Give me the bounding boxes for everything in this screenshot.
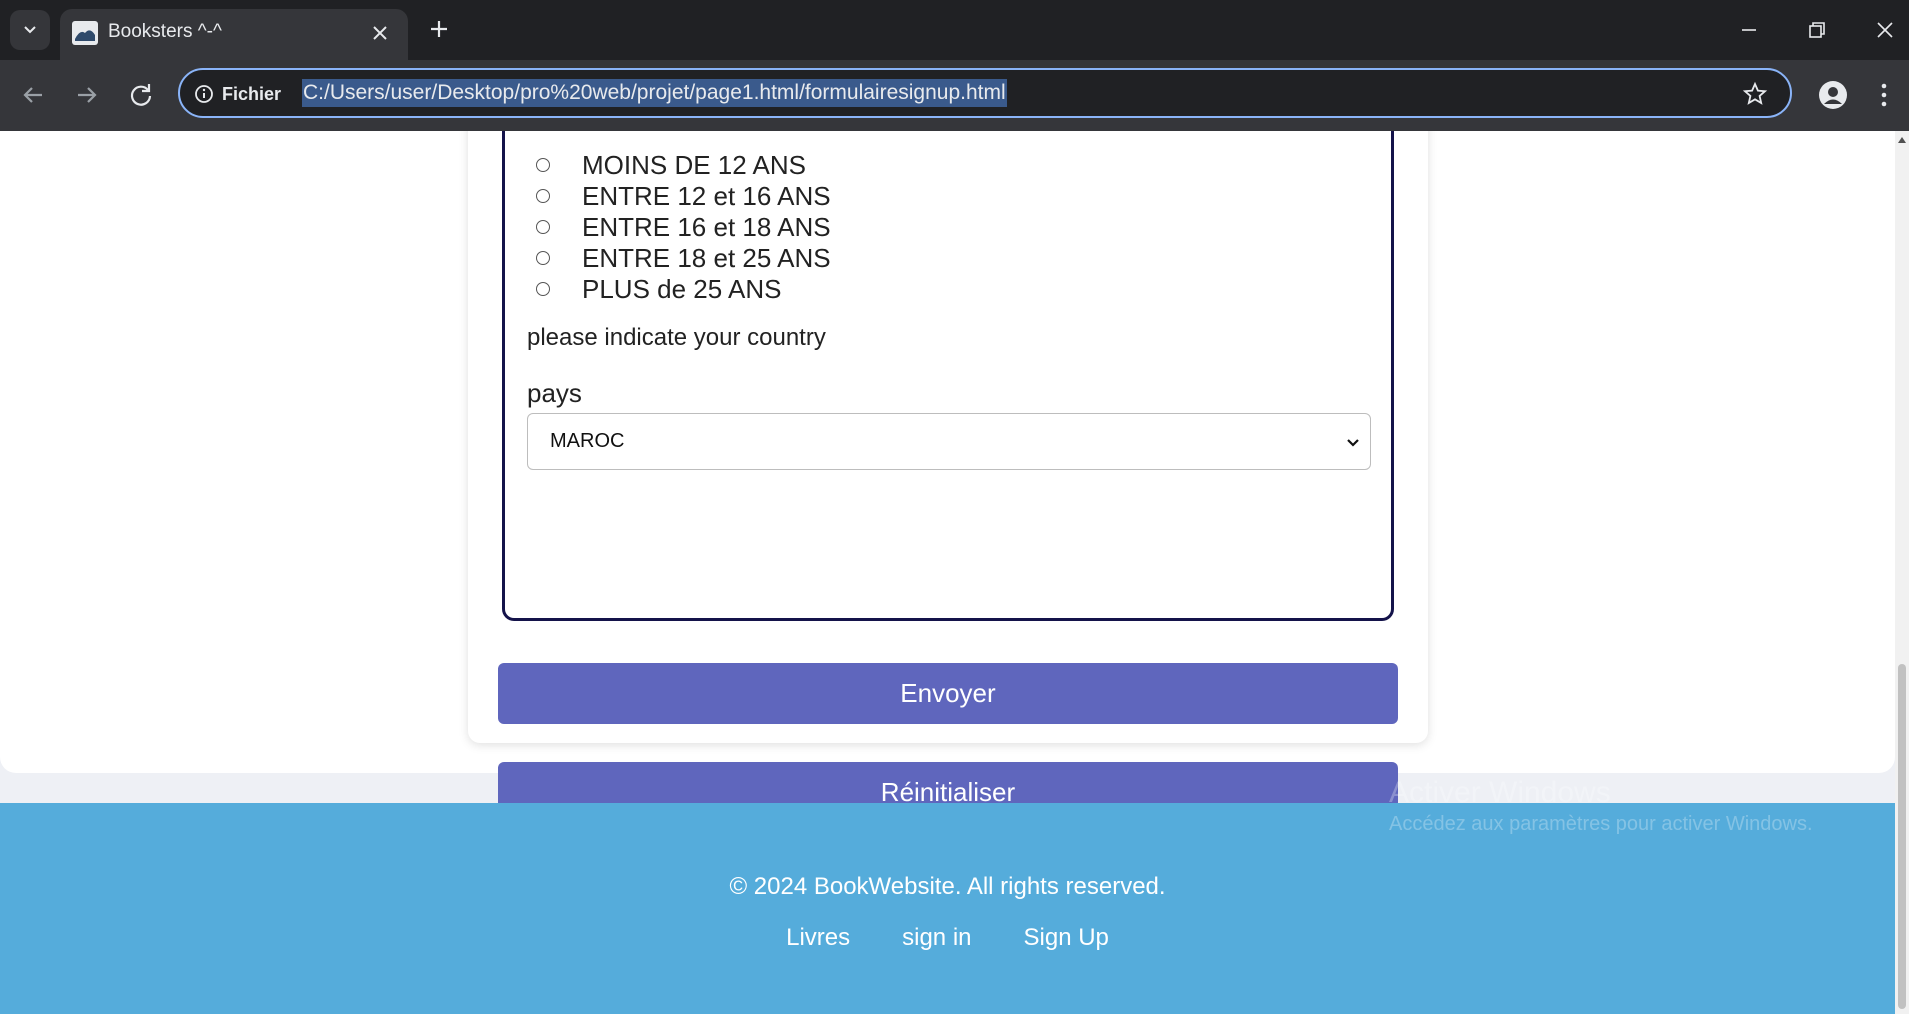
scroll-up-icon[interactable] <box>1898 137 1906 143</box>
tab-bar: Booksters ^-^ <box>0 0 1909 60</box>
browser-toolbar: Fichier C:/Users/user/Desktop/pro%20web/… <box>0 60 1909 131</box>
browser-tab[interactable]: Booksters ^-^ <box>60 9 408 60</box>
age-option[interactable]: ENTRE 18 et 25 ANS <box>536 243 831 273</box>
book-favicon-icon <box>72 21 98 45</box>
tab-title: Booksters ^-^ <box>108 21 222 42</box>
url-text[interactable]: C:/Users/user/Desktop/pro%20web/projet/p… <box>302 79 1007 107</box>
back-arrow-icon[interactable] <box>16 78 50 112</box>
age-option-label: ENTRE 18 et 25 ANS <box>582 242 831 273</box>
signup-form-card: MOINS DE 12 ANS ENTRE 12 et 16 ANS ENTRE… <box>468 131 1428 823</box>
close-tab-icon[interactable] <box>368 21 392 45</box>
site-info-label: Fichier <box>222 83 282 104</box>
page-scrollbar[interactable] <box>1895 131 1909 1014</box>
page-main: MOINS DE 12 ANS ENTRE 12 et 16 ANS ENTRE… <box>0 131 1895 823</box>
age-option-label: ENTRE 12 et 16 ANS <box>582 180 831 211</box>
country-selected-value: MAROC <box>550 430 625 452</box>
radio-button[interactable] <box>536 158 550 172</box>
copyright-text: © 2024 BookWebsite. All rights reserved. <box>729 873 1166 900</box>
radio-button[interactable] <box>536 282 550 296</box>
radio-button[interactable] <box>536 220 550 234</box>
more-menu-icon[interactable] <box>1878 80 1890 110</box>
country-select[interactable]: MAROC <box>527 413 1371 470</box>
radio-button[interactable] <box>536 251 550 265</box>
age-option-label: ENTRE 16 et 18 ANS <box>582 211 831 242</box>
forward-arrow-icon[interactable] <box>70 78 104 112</box>
restore-icon[interactable] <box>1802 15 1832 45</box>
site-info-button[interactable]: Fichier <box>194 81 281 107</box>
chevron-down-icon <box>24 26 36 34</box>
age-option-label: PLUS de 25 ANS <box>582 273 782 304</box>
radio-button[interactable] <box>536 189 550 203</box>
scrollbar-thumb[interactable] <box>1898 664 1906 1009</box>
bookmark-star-icon[interactable] <box>1742 81 1768 107</box>
country-hint-text: please indicate your country <box>527 324 826 351</box>
footer-link-sign-in[interactable]: sign in <box>902 924 971 952</box>
close-window-icon[interactable] <box>1870 15 1900 45</box>
tab-search-button[interactable] <box>10 10 50 50</box>
age-option-label: MOINS DE 12 ANS <box>582 149 806 180</box>
footer-link-livres[interactable]: Livres <box>786 924 850 952</box>
footer-links: Livres sign in Sign Up <box>0 924 1895 952</box>
age-option[interactable]: PLUS de 25 ANS <box>536 274 781 304</box>
windows-activation-title: Activer Windows <box>1389 776 1611 809</box>
windows-activation-subtitle: Accédez aux paramètres pour activer Wind… <box>1389 813 1813 835</box>
age-option[interactable]: MOINS DE 12 ANS <box>536 150 806 180</box>
footer-link-sign-up[interactable]: Sign Up <box>1024 924 1109 952</box>
age-option[interactable]: ENTRE 16 et 18 ANS <box>536 212 831 242</box>
form-fieldset: MOINS DE 12 ANS ENTRE 12 et 16 ANS ENTRE… <box>502 131 1394 621</box>
address-bar[interactable]: Fichier C:/Users/user/Desktop/pro%20web/… <box>178 68 1792 118</box>
info-icon <box>195 85 213 103</box>
new-tab-icon[interactable] <box>424 14 454 44</box>
page-viewport: MOINS DE 12 ANS ENTRE 12 et 16 ANS ENTRE… <box>0 131 1895 1014</box>
minimize-icon[interactable] <box>1734 15 1764 45</box>
profile-avatar-icon[interactable] <box>1818 80 1848 110</box>
submit-button[interactable]: Envoyer <box>498 663 1398 724</box>
reload-icon[interactable] <box>124 78 158 112</box>
chevron-down-icon <box>1347 439 1359 447</box>
country-label: pays <box>527 378 582 408</box>
age-option[interactable]: ENTRE 12 et 16 ANS <box>536 181 831 211</box>
